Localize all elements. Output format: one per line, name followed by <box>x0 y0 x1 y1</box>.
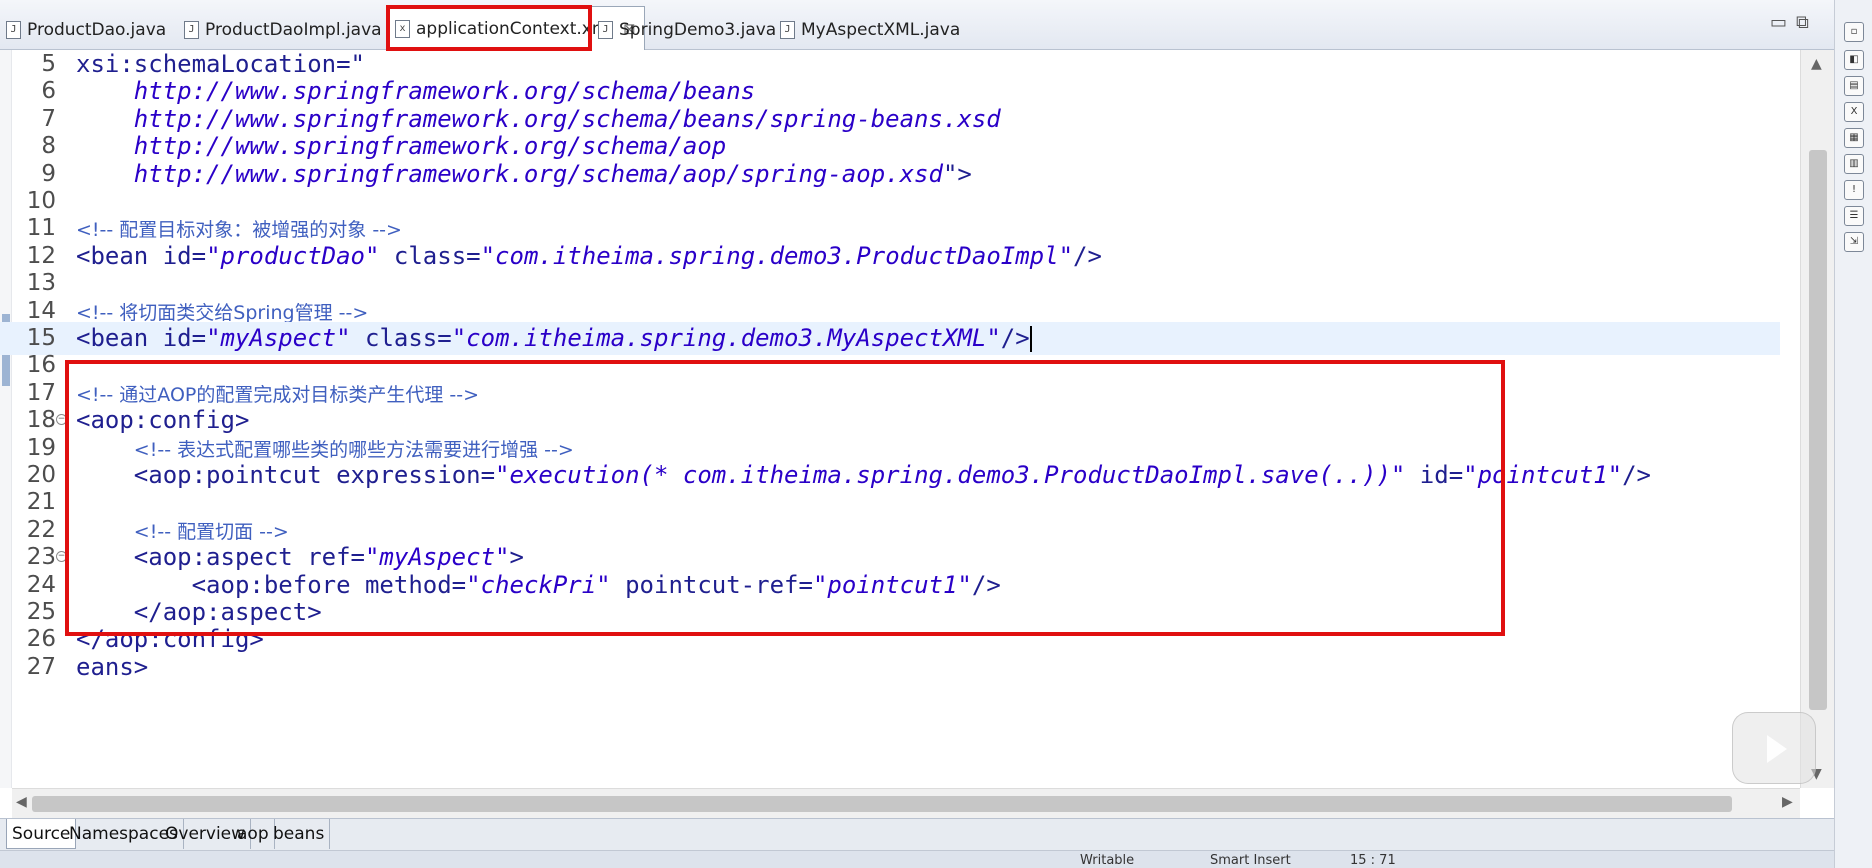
tab-label: MyAspectXML.java <box>801 20 961 40</box>
minimize-icon[interactable]: ▭ <box>1770 12 1787 33</box>
code-token: ref= <box>307 543 365 572</box>
problems-icon[interactable]: ! <box>1844 180 1864 200</box>
code-token: "pointcut1" <box>1463 461 1623 489</box>
outline-icon[interactable]: ◧ <box>1844 50 1864 70</box>
vertical-scrollbar[interactable]: ▲ ▼ <box>1800 50 1834 788</box>
code-token: method= <box>364 570 467 599</box>
scroll-left-icon[interactable]: ◀ <box>16 794 27 810</box>
code-text: eans> <box>76 651 148 684</box>
tab-label: ProductDaoImpl.java <box>205 20 382 40</box>
text-caret <box>1029 326 1032 352</box>
xml-file-icon: x <box>395 19 410 38</box>
code-token: > <box>509 543 524 572</box>
code-token: "com.itheima.spring.demo3.ProductDaoImpl… <box>480 241 1074 270</box>
code-token: <aop:before <box>76 570 365 599</box>
code-token: "checkPri" <box>466 570 611 599</box>
tab-springdemo3[interactable]: J SpringDemo3.java <box>598 10 776 50</box>
code-token: <aop:aspect <box>76 543 308 572</box>
tab-label: beans <box>273 824 325 844</box>
fold-toggle-icon[interactable]: − <box>56 551 67 563</box>
maximize-icon[interactable]: ⧉ <box>1796 12 1809 33</box>
code-token: expression= <box>336 461 496 489</box>
code-token: http://www.springframework.org/schema/be… <box>76 104 1001 133</box>
xml-view-icon[interactable]: X <box>1844 102 1864 122</box>
code-token: /> <box>1073 241 1102 270</box>
code-token: <bean <box>76 241 163 270</box>
java-file-icon: J <box>6 21 21 39</box>
restore-icon[interactable]: ▫ <box>1844 22 1864 42</box>
right-toolbar: ▫ ◧ ▤ X ▦ ▥ ! ☰ ⇲ <box>1834 0 1872 868</box>
code-token: class= <box>350 324 452 352</box>
java-file-icon: J <box>598 21 613 39</box>
code-token: "execution(* com.itheima.spring.demo3.Pr… <box>495 461 1406 489</box>
code-token: http://www.springframework.org/schema/ao… <box>76 132 727 161</box>
status-cursor-position: 15 : 71 <box>1350 853 1396 868</box>
tab-label: aop <box>237 824 269 844</box>
scroll-up-icon[interactable]: ▲ <box>1811 56 1822 72</box>
code-token: xsi:schemaLocation=" <box>76 50 365 78</box>
code-token: "myAspect" <box>364 543 510 572</box>
tab-myaspectxml[interactable]: J MyAspectXML.java <box>780 10 960 50</box>
code-token: id= <box>162 241 207 270</box>
tab-productdaoimpl[interactable]: J ProductDaoImpl.java <box>184 10 382 50</box>
tab-label: ProductDao.java <box>27 20 167 40</box>
status-writable: Writable <box>1080 853 1135 868</box>
tasks-icon[interactable]: ☰ <box>1844 206 1864 226</box>
tab-productdao[interactable]: J ProductDao.java <box>6 10 166 50</box>
code-token: class= <box>379 241 481 270</box>
video-play-button[interactable] <box>1732 712 1816 784</box>
code-token: <!-- 表达式配置哪些类的哪些方法需要进行增强 --> <box>133 438 574 461</box>
play-icon <box>1767 735 1787 763</box>
tab-label: SpringDemo3.java <box>619 20 777 40</box>
code-token: <aop:pointcut <box>76 461 337 489</box>
code-token: "myAspect" <box>206 324 351 352</box>
code-token: <!-- 配置目标对象：被增强的对象 --> <box>76 219 402 242</box>
code-token: "> <box>942 159 972 188</box>
code-token: id= <box>1405 461 1464 489</box>
code-token: "pointcut1" <box>812 570 972 599</box>
code-token: <!-- 将切面类交给Spring管理 --> <box>76 301 369 324</box>
code-token: </aop:aspect> <box>76 598 322 626</box>
status-insert-mode: Smart Insert <box>1210 853 1291 868</box>
editor-tab-bar: J ProductDao.java J ProductDaoImpl.java … <box>0 0 1834 50</box>
code-token: /> <box>971 570 1001 599</box>
code-token: eans> <box>76 652 149 681</box>
java-file-icon: J <box>184 21 199 39</box>
horizontal-scroll-thumb[interactable] <box>32 796 1732 812</box>
code-token: "productDao" <box>206 241 380 270</box>
scroll-right-icon[interactable]: ▶ <box>1782 794 1793 810</box>
code-token: </aop:config> <box>76 625 264 654</box>
code-line[interactable]: 27 eans> <box>0 651 1780 684</box>
code-token: <!-- 配置切面 --> <box>133 520 289 543</box>
code-token: "com.itheima.spring.demo3.MyAspectXML" <box>451 324 1001 352</box>
code-token: /> <box>1000 324 1030 352</box>
tab-label: Source <box>12 824 71 844</box>
code-token: id= <box>162 324 207 352</box>
code-token: /> <box>1622 461 1652 489</box>
code-token: <!-- 通过AOP的配置完成对目标类产生代理 --> <box>76 383 480 406</box>
tab-label: applicationContext.xml <box>416 18 614 39</box>
code-token: pointcut-ref= <box>610 570 813 599</box>
editor-mode-tabs: Source Namespaces Overview aop beans <box>0 818 1834 850</box>
fold-toggle-icon[interactable]: − <box>56 414 67 426</box>
console-icon[interactable]: ▤ <box>1844 76 1864 96</box>
xml-source-editor[interactable]: 5 xsi:schemaLocation=" 6 http://www.spring… <box>0 50 1800 788</box>
line-number: 27 <box>26 653 56 680</box>
hierarchy-icon[interactable]: ▥ <box>1844 154 1864 174</box>
progress-icon[interactable]: ⇲ <box>1844 232 1864 252</box>
vertical-scroll-thumb[interactable] <box>1809 150 1827 710</box>
horizontal-scrollbar[interactable]: ◀ ▶ <box>12 788 1800 818</box>
code-token: http://www.springframework.org/schema/be… <box>76 77 756 106</box>
status-bar: Writable Smart Insert 15 : 71 <box>0 850 1834 868</box>
java-file-icon: J <box>780 21 795 39</box>
code-token: <aop:config> <box>76 406 250 435</box>
code-token: http://www.springframework.org/schema/ao… <box>76 159 943 188</box>
tab-beans[interactable]: beans <box>268 819 331 849</box>
package-icon[interactable]: ▦ <box>1844 128 1864 148</box>
code-token: <bean <box>76 324 163 352</box>
